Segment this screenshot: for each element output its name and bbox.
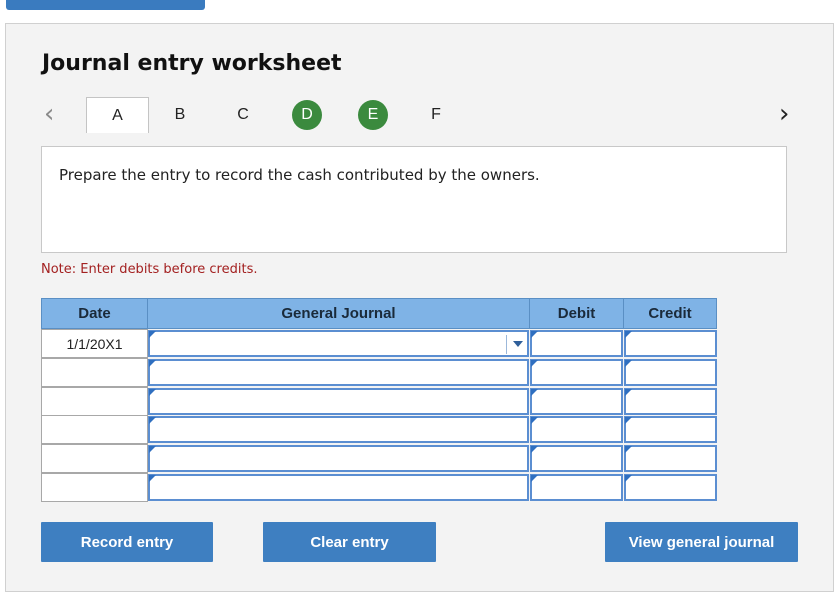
entry-marker bbox=[149, 331, 156, 338]
tab-c[interactable]: C bbox=[228, 97, 258, 133]
top-nav-button[interactable] bbox=[6, 0, 205, 10]
entry-marker bbox=[531, 331, 538, 338]
header-credit: Credit bbox=[623, 298, 717, 329]
credit-input[interactable] bbox=[624, 359, 717, 386]
entry-marker bbox=[531, 417, 538, 424]
tab-f-label: F bbox=[431, 106, 441, 123]
debit-input[interactable] bbox=[530, 445, 623, 472]
header-date: Date bbox=[41, 298, 148, 329]
entry-marker bbox=[531, 475, 538, 482]
tab-e[interactable]: E bbox=[358, 97, 388, 133]
entry-marker bbox=[531, 446, 538, 453]
entry-marker bbox=[625, 446, 632, 453]
entry-marker bbox=[531, 360, 538, 367]
entry-marker bbox=[531, 389, 538, 396]
debit-input[interactable] bbox=[530, 416, 623, 443]
header-debit: Debit bbox=[529, 298, 624, 329]
entry-marker bbox=[625, 389, 632, 396]
entry-marker bbox=[625, 360, 632, 367]
tab-b-label: B bbox=[174, 106, 186, 123]
chevron-left-icon[interactable]: ‹ bbox=[44, 101, 54, 127]
tab-a-label: A bbox=[112, 106, 123, 124]
tab-d-label: D bbox=[292, 100, 322, 130]
tab-d[interactable]: D bbox=[292, 97, 322, 133]
account-input[interactable] bbox=[148, 416, 529, 443]
chevron-down-icon[interactable] bbox=[513, 341, 523, 347]
account-input[interactable] bbox=[148, 445, 529, 472]
entry-marker bbox=[149, 360, 156, 367]
worksheet-title: Journal entry worksheet bbox=[42, 51, 342, 76]
debit-input[interactable] bbox=[530, 474, 623, 501]
tab-b[interactable]: B bbox=[165, 97, 195, 133]
date-cell[interactable] bbox=[41, 473, 148, 502]
record-entry-button[interactable]: Record entry bbox=[41, 522, 213, 562]
debit-input[interactable] bbox=[530, 388, 623, 415]
tab-c-label: C bbox=[237, 106, 249, 123]
note-text: Note: Enter debits before credits. bbox=[41, 262, 258, 277]
entry-marker bbox=[149, 446, 156, 453]
view-general-journal-button[interactable]: View general journal bbox=[605, 522, 798, 562]
account-input[interactable] bbox=[148, 388, 529, 415]
credit-input[interactable] bbox=[624, 388, 717, 415]
entry-marker bbox=[625, 417, 632, 424]
credit-input[interactable] bbox=[624, 474, 717, 501]
dropdown-separator bbox=[506, 335, 507, 354]
account-input[interactable] bbox=[148, 359, 529, 386]
entry-marker bbox=[625, 331, 632, 338]
chevron-right-icon[interactable]: › bbox=[779, 101, 789, 127]
debit-input[interactable] bbox=[530, 330, 623, 357]
credit-input[interactable] bbox=[624, 416, 717, 443]
credit-input[interactable] bbox=[624, 330, 717, 357]
date-cell[interactable] bbox=[41, 444, 148, 473]
instruction-box: Prepare the entry to record the cash con… bbox=[41, 146, 787, 253]
debit-input[interactable] bbox=[530, 359, 623, 386]
date-cell[interactable] bbox=[41, 387, 148, 416]
clear-entry-button[interactable]: Clear entry bbox=[263, 522, 436, 562]
date-cell: 1/1/20X1 bbox=[41, 329, 148, 358]
worksheet-panel: Journal entry worksheet ‹ › A B C D E F … bbox=[5, 23, 834, 592]
account-input[interactable] bbox=[148, 474, 529, 501]
entry-marker bbox=[149, 389, 156, 396]
tab-f[interactable]: F bbox=[421, 97, 451, 133]
entry-marker bbox=[149, 475, 156, 482]
account-select[interactable] bbox=[148, 330, 529, 357]
header-general-journal: General Journal bbox=[147, 298, 530, 329]
credit-input[interactable] bbox=[624, 445, 717, 472]
date-cell[interactable] bbox=[41, 358, 148, 387]
date-cell[interactable] bbox=[41, 415, 148, 444]
entry-marker bbox=[625, 475, 632, 482]
instruction-text: Prepare the entry to record the cash con… bbox=[59, 166, 540, 184]
tab-a[interactable]: A bbox=[86, 97, 149, 133]
entry-marker bbox=[149, 417, 156, 424]
tab-e-label: E bbox=[358, 100, 388, 130]
